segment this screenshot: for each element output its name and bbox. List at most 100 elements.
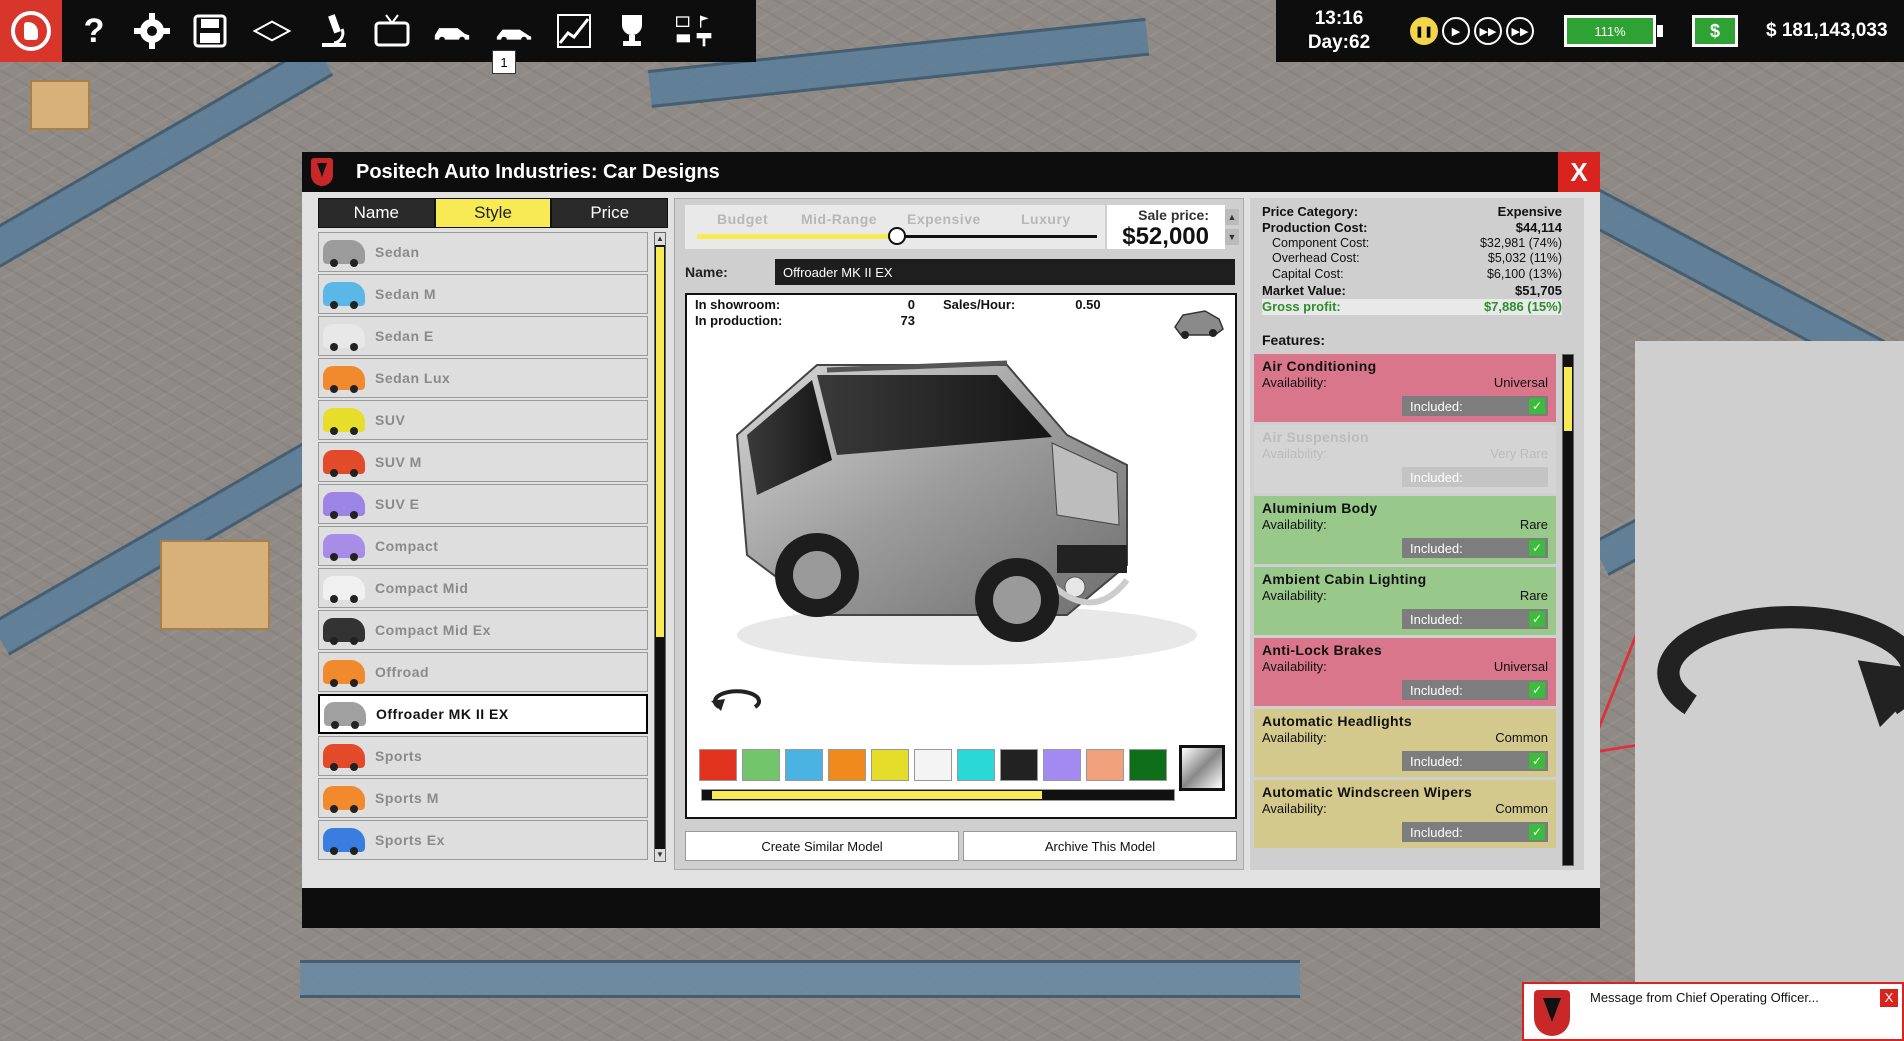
paint-swatch[interactable] [699, 749, 737, 781]
design-list-item[interactable]: SUV E [318, 484, 648, 524]
trophy-icon[interactable] [606, 5, 658, 57]
paint-swatch[interactable] [1043, 749, 1081, 781]
pause-icon[interactable]: ❚❚ [1410, 17, 1438, 45]
paint-swatch[interactable] [828, 749, 866, 781]
tab-style[interactable]: Style [435, 198, 552, 228]
feature-card[interactable]: Anti-Lock BrakesAvailability:UniversalIn… [1254, 638, 1556, 706]
price-up-icon[interactable]: ▲ [1225, 209, 1239, 225]
feature-card[interactable]: Aluminium BodyAvailability:RareIncluded:… [1254, 496, 1556, 564]
scroll-down-icon[interactable]: ▼ [655, 849, 665, 861]
feature-card[interactable]: Automatic HeadlightsAvailability:CommonI… [1254, 709, 1556, 777]
design-name: SUV [375, 412, 405, 428]
included-toggle[interactable]: Included:✓ [1402, 822, 1548, 842]
rotate-right-icon[interactable] [1635, 341, 1904, 1013]
paint-swatch[interactable] [1129, 749, 1167, 781]
company-logo-button[interactable] [0, 0, 62, 62]
design-list-item[interactable]: Sports [318, 736, 648, 776]
feature-card[interactable]: Air ConditioningAvailability:UniversalIn… [1254, 354, 1556, 422]
included-toggle[interactable]: Included: [1402, 467, 1548, 487]
design-name: Sports Ex [375, 832, 445, 848]
design-name: Compact Mid Ex [375, 622, 491, 638]
features-scrollbar[interactable] [1562, 354, 1574, 866]
grid-view-icon[interactable] [242, 5, 302, 57]
component-cost-label: Component Cost: [1272, 236, 1369, 252]
scroll-up-icon[interactable]: ▲ [655, 233, 665, 245]
price-down-icon[interactable]: ▼ [1225, 229, 1239, 245]
sale-price-box: Sale price: $52,000 [1107, 205, 1225, 249]
research-microscope-icon[interactable] [308, 5, 360, 57]
features-scrollbar-thumb[interactable] [1564, 367, 1572, 431]
design-list-item[interactable]: Offroader MK II EX [318, 694, 648, 734]
fast-forward-icon[interactable]: ▶▶ [1474, 17, 1502, 45]
status-bar: 13:16 Day:62 ❚❚ ▶ ▶▶ ▶▶ 111% $ $ 181,143… [1276, 0, 1904, 62]
included-toggle[interactable]: Included:✓ [1402, 680, 1548, 700]
feature-card[interactable]: Automatic Windscreen WipersAvailability:… [1254, 780, 1556, 848]
tab-price[interactable]: Price [551, 198, 668, 228]
cash-icon[interactable]: $ [1692, 15, 1738, 47]
design-list-item[interactable]: SUV M [318, 442, 648, 482]
play-icon[interactable]: ▶ [1442, 17, 1470, 45]
design-list-item[interactable]: SUV [318, 400, 648, 440]
sales-label: Sales/Hour: [943, 297, 1015, 312]
name-input[interactable]: Offroader MK II EX [775, 259, 1235, 285]
design-list-item[interactable]: Sedan E [318, 316, 648, 356]
tab-name[interactable]: Name [318, 198, 435, 228]
included-toggle[interactable]: Included:✓ [1402, 751, 1548, 771]
paint-swatch[interactable] [871, 749, 909, 781]
paint-swatch[interactable] [742, 749, 780, 781]
tv-marketing-icon[interactable] [366, 5, 418, 57]
paint-swatch[interactable] [1086, 749, 1124, 781]
color-scrollbar[interactable] [701, 789, 1175, 801]
help-icon[interactable]: ? [68, 5, 120, 57]
selected-paint-color[interactable] [1179, 745, 1225, 791]
create-similar-model-button[interactable]: Create Similar Model [685, 831, 959, 861]
close-notification-button[interactable]: X [1880, 989, 1898, 1007]
included-label: Included: [1410, 541, 1463, 556]
included-toggle[interactable]: Included:✓ [1402, 538, 1548, 558]
design-list-item[interactable]: Compact Mid [318, 568, 648, 608]
included-toggle[interactable]: Included:✓ [1402, 396, 1548, 416]
price-category-slider[interactable]: Budget Mid-Range Expensive Luxury [685, 205, 1105, 249]
message-notification[interactable]: Message from Chief Operating Officer... … [1522, 982, 1904, 1041]
design-list-item[interactable]: Compact [318, 526, 648, 566]
checkmark-icon: ✓ [1529, 753, 1545, 769]
close-window-button[interactable]: X [1558, 152, 1600, 192]
price-slider-knob[interactable] [888, 227, 906, 245]
paint-color-swatches [699, 749, 1167, 781]
checkmark-icon: ✓ [1529, 611, 1545, 627]
included-toggle[interactable]: Included:✓ [1402, 609, 1548, 629]
gear-icon[interactable] [126, 5, 178, 57]
design-list-item[interactable]: Sports M [318, 778, 648, 818]
design-name: Offroader MK II EX [376, 706, 509, 722]
money-balance: $ 181,143,033 [1766, 20, 1888, 42]
fastest-forward-icon[interactable]: ▶▶ [1506, 17, 1534, 45]
paint-swatch[interactable] [957, 749, 995, 781]
archive-model-button[interactable]: Archive This Model [963, 831, 1237, 861]
misc-tools-icon[interactable] [664, 5, 724, 57]
notification-count-badge: 1 [492, 50, 516, 74]
design-list-item[interactable]: Sedan Lux [318, 358, 648, 398]
features-heading: Features: [1262, 332, 1325, 348]
showroom-value: 0 [855, 297, 915, 313]
car-sales-icon[interactable] [424, 5, 480, 57]
rotate-left-icon[interactable] [705, 687, 765, 717]
scrollbar-thumb[interactable] [656, 247, 664, 637]
paint-swatch[interactable] [914, 749, 952, 781]
design-name: Sedan Lux [375, 370, 450, 386]
paint-swatch[interactable] [1000, 749, 1038, 781]
stats-graph-icon[interactable] [548, 5, 600, 57]
price-cat-expensive: Expensive [907, 211, 981, 227]
design-list-item[interactable]: Sports Ex [318, 820, 648, 860]
color-scrollbar-thumb[interactable] [712, 791, 1042, 799]
design-list-item[interactable]: Sedan M [318, 274, 648, 314]
design-list-item[interactable]: Compact Mid Ex [318, 610, 648, 650]
feature-card[interactable]: Air SuspensionAvailability:Very RareIncl… [1254, 425, 1556, 493]
production-cost-value: $44,114 [1516, 220, 1562, 236]
design-list-scrollbar[interactable]: ▲ ▼ [654, 232, 666, 862]
design-list-item[interactable]: Offroad [318, 652, 648, 692]
paint-swatch[interactable] [785, 749, 823, 781]
design-list-item[interactable]: Sedan [318, 232, 648, 272]
feature-card[interactable]: Ambient Cabin LightingAvailability:RareI… [1254, 567, 1556, 635]
availability-label: Availability: [1262, 801, 1327, 816]
save-icon[interactable] [184, 5, 236, 57]
